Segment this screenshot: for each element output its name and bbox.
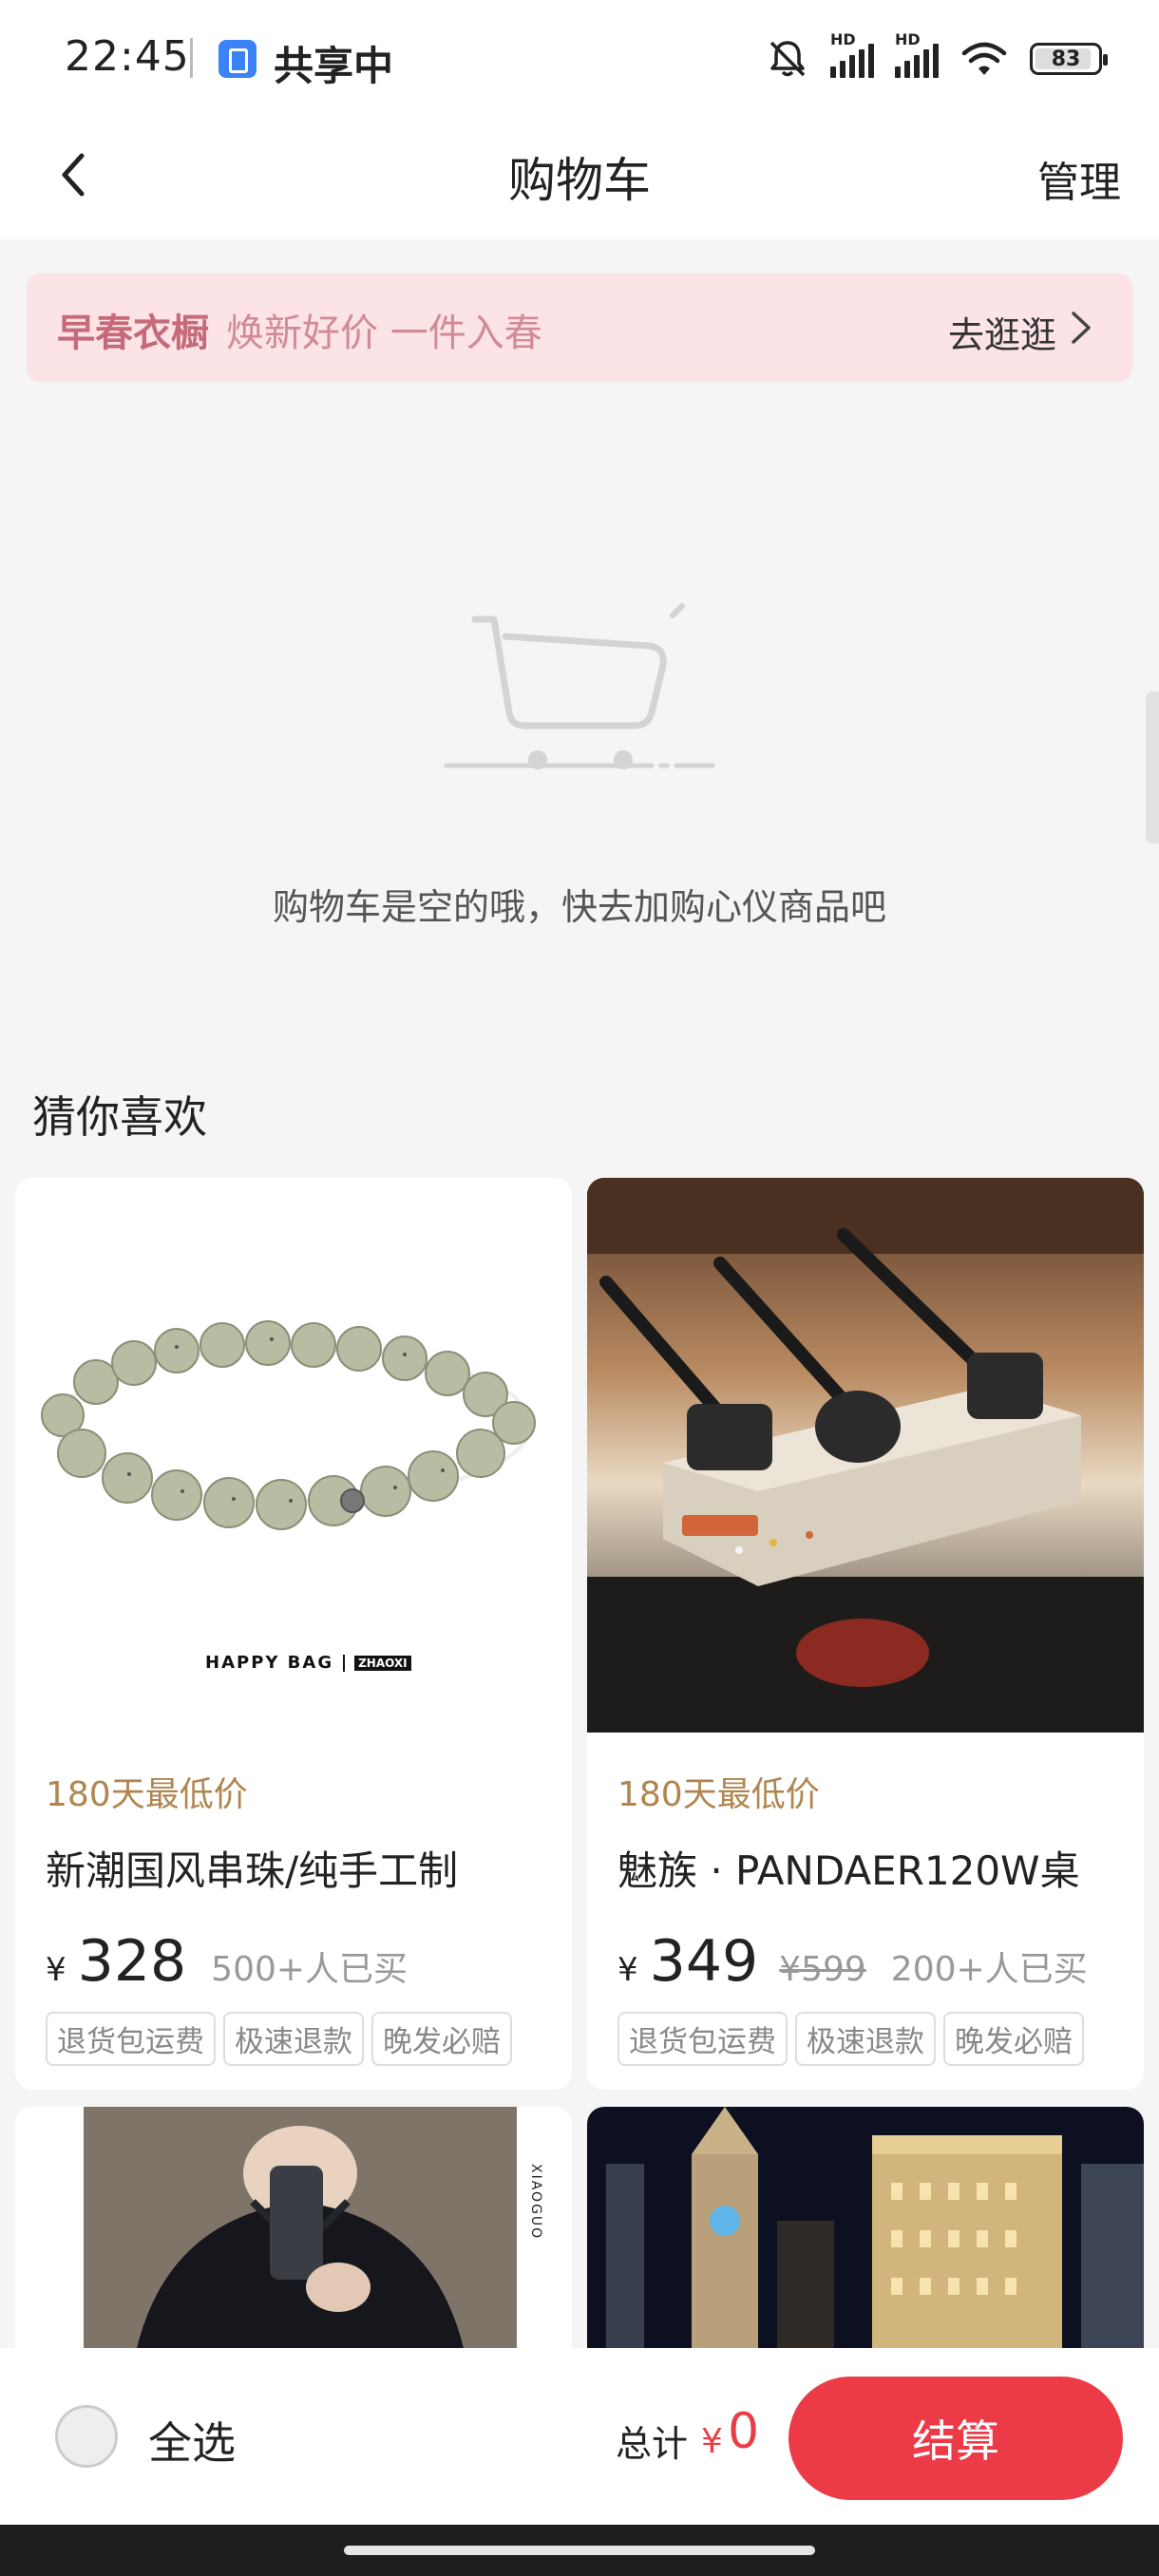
select-all-radio[interactable]: [55, 2405, 118, 2468]
original-price: ¥599: [779, 1950, 866, 1989]
sold-count: 200+人已买: [890, 1950, 1088, 1989]
total-label: 总计: [616, 2423, 689, 2465]
currency-symbol: ¥: [46, 1951, 66, 1989]
service-tag: 晚发必赔: [943, 2012, 1084, 2066]
status-divider: [190, 38, 193, 78]
checkout-bar: 全选 总计 ¥ 0 结算: [0, 2348, 1159, 2525]
system-nav-bar: [0, 2525, 1159, 2576]
empty-cart-message: 购物车是空的哦，快去加购心仪商品吧: [272, 886, 886, 928]
image-caption-text: HAPPY BAG: [205, 1653, 334, 1673]
bracelet-image: [41, 1320, 536, 1530]
status-icons: HD HD 83: [766, 30, 1108, 85]
lowest-price-badge: 180天最低价: [618, 1775, 820, 1814]
manage-button[interactable]: 管理: [1037, 148, 1121, 209]
service-tag: 极速退款: [223, 2012, 364, 2066]
hd-label: HD: [895, 30, 921, 48]
product-price: 328: [77, 1928, 187, 1995]
image-caption-text: XIAOGUO: [528, 2164, 543, 2241]
select-all-label[interactable]: 全选: [148, 2409, 236, 2472]
service-tag: 晚发必赔: [371, 2012, 512, 2066]
empty-cart-icon: [444, 603, 715, 769]
product-image: HAPPY BAG ZHAOXI: [15, 1178, 572, 1733]
service-tags: 退货包运费 极速退款 晚发必赔: [46, 2012, 512, 2066]
product-image: [587, 1178, 1144, 1733]
wifi-icon: [961, 42, 1007, 75]
status-bar: 22:45 共享中 HD HD 83: [0, 0, 1159, 118]
total-currency: ¥: [701, 2422, 723, 2461]
service-tag: 退货包运费: [618, 2012, 788, 2066]
promo-banner[interactable]: 早春衣橱 焕新好价 一件入春 去逛逛: [27, 274, 1132, 382]
product-card[interactable]: 180天最低价 魅族 · PANDAER120W桌 ¥ 349 ¥599 200…: [587, 1178, 1144, 2090]
product-image-caption: HAPPY BAG ZHAOXI: [205, 1653, 411, 1673]
product-name: 魅族 · PANDAER120W桌: [618, 1847, 1080, 1894]
signal-icon: HD: [895, 30, 939, 78]
sold-count: 500+人已买: [211, 1950, 408, 1989]
promo-action[interactable]: 去逛逛: [948, 306, 1056, 358]
price-row: ¥ 349 ¥599 200+人已买: [618, 1928, 1088, 1995]
service-tag: 退货包运费: [46, 2012, 216, 2066]
image-brand-text: ZHAOXI: [354, 1655, 411, 1671]
mute-icon: [770, 41, 806, 77]
scroll-handle[interactable]: [1146, 691, 1159, 843]
lowest-price-badge: 180天最低价: [46, 1775, 248, 1814]
status-time: 22:45: [65, 32, 190, 81]
hub-image: [587, 1178, 1144, 1733]
signal-icon: HD: [830, 30, 874, 78]
nav-bar: 购物车 管理: [0, 118, 1159, 239]
battery-icon: 83: [1030, 43, 1108, 75]
recommend-title: 猜你喜欢: [32, 1091, 207, 1143]
battery-level: 83: [1051, 47, 1081, 71]
promo-title: 早春衣橱: [57, 312, 209, 355]
product-price: 349: [649, 1928, 759, 1995]
product-card[interactable]: HAPPY BAG ZHAOXI 180天最低价 新潮国风串珠/纯手工制 ¥ 3…: [15, 1178, 572, 2090]
total-amount: 0: [728, 2403, 760, 2460]
service-tag: 极速退款: [795, 2012, 936, 2066]
share-screen-icon: [218, 40, 256, 78]
page-title: 购物车: [508, 153, 651, 208]
promo-subtitle: 焕新好价 一件入春: [226, 312, 542, 355]
price-row: ¥ 328 500+人已买: [46, 1928, 408, 1995]
hd-label: HD: [830, 30, 856, 48]
home-indicator[interactable]: [344, 2546, 815, 2555]
checkout-button[interactable]: 结算: [788, 2377, 1123, 2500]
currency-symbol: ¥: [618, 1951, 638, 1989]
sharing-label: 共享中: [274, 43, 394, 89]
service-tags: 退货包运费 极速退款 晚发必赔: [618, 2012, 1084, 2066]
product-name: 新潮国风串珠/纯手工制: [46, 1847, 459, 1894]
chevron-right-icon: [1072, 312, 1091, 344]
